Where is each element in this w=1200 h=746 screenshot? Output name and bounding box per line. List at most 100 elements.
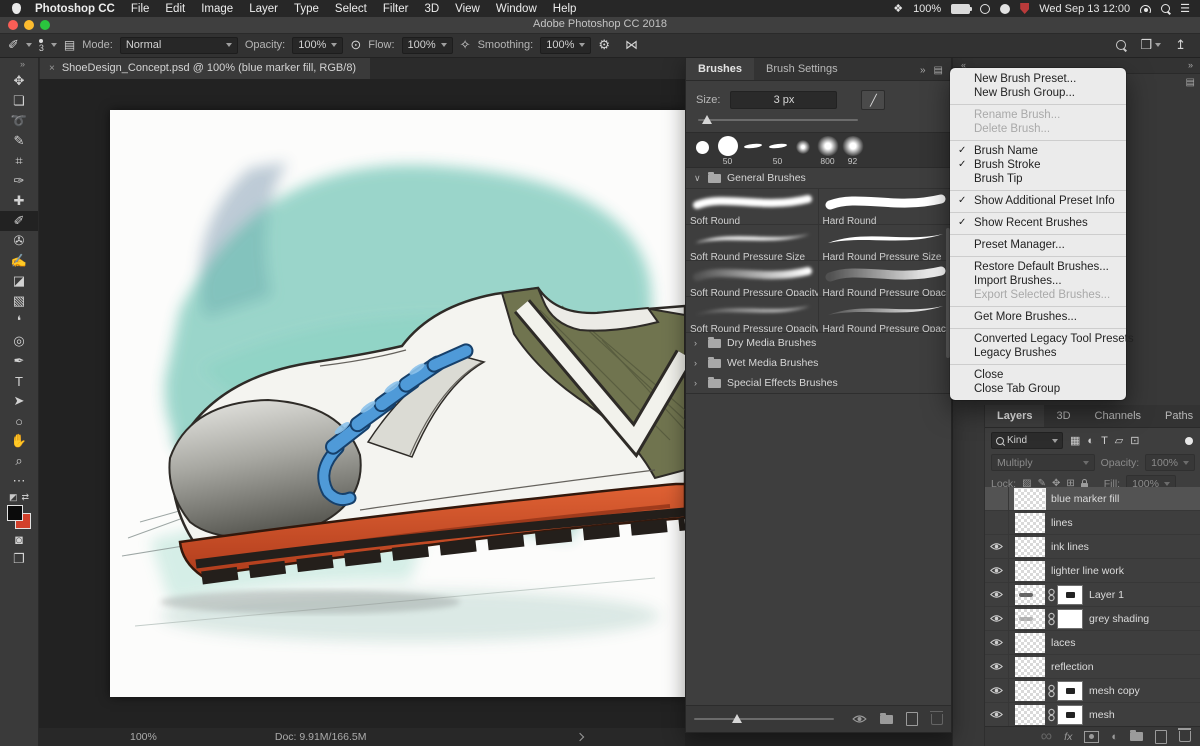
- move-tool[interactable]: ✥: [0, 71, 38, 91]
- window-title-bar[interactable]: Adobe Photoshop CC 2018: [0, 17, 1200, 34]
- spot-healing-tool[interactable]: ✚: [0, 191, 38, 211]
- menu-view[interactable]: View: [447, 3, 488, 15]
- layer-mask-thumbnail[interactable]: [1057, 681, 1083, 701]
- paint-symmetry-icon[interactable]: ⋈: [625, 37, 638, 53]
- battery-icon[interactable]: [951, 4, 970, 14]
- wifi-icon[interactable]: [1140, 5, 1151, 13]
- search-icon[interactable]: [1116, 40, 1126, 50]
- group-special-effects-brushes[interactable]: › Special Effects Brushes: [686, 373, 951, 393]
- status-chevron-icon[interactable]: [575, 733, 583, 741]
- slider-track[interactable]: [698, 119, 858, 121]
- new-brush-icon[interactable]: [906, 712, 918, 726]
- tab-brushes[interactable]: Brushes: [686, 58, 754, 80]
- brush-preset-hard-round[interactable]: Hard Round: [819, 189, 952, 225]
- visibility-toggle[interactable]: [985, 655, 1009, 678]
- visibility-toggle[interactable]: [985, 487, 1009, 510]
- recent-brush[interactable]: [790, 136, 815, 166]
- tab-brush-settings[interactable]: Brush Settings: [754, 58, 850, 80]
- visibility-toggle[interactable]: [985, 679, 1009, 702]
- pressure-opacity-icon[interactable]: ⊙: [350, 37, 361, 53]
- visibility-toggle[interactable]: [985, 535, 1009, 558]
- recent-brush[interactable]: 50: [715, 136, 740, 166]
- blur-tool[interactable]: ❛: [0, 311, 38, 331]
- gradient-tool[interactable]: ▧: [0, 291, 38, 311]
- default-colors-icon[interactable]: ◩: [9, 492, 18, 503]
- mask-link-icon[interactable]: [1048, 612, 1055, 626]
- brush-preset-soft-round-pressure-opacity-and[interactable]: Soft Round Pressure Opacity a...: [686, 297, 819, 333]
- thumbnail-size-slider[interactable]: [694, 713, 834, 725]
- menu-type[interactable]: Type: [286, 3, 327, 15]
- canvas[interactable]: [110, 110, 685, 697]
- brush-tip-preview[interactable]: 3: [39, 39, 44, 52]
- brush-preset-icon[interactable]: ✐: [8, 37, 19, 53]
- layer-name[interactable]: laces: [1051, 637, 1076, 649]
- panel-collapse-icon[interactable]: »: [920, 65, 926, 76]
- recent-brush[interactable]: 50: [765, 136, 790, 166]
- swap-colors-icon[interactable]: ⇄: [21, 492, 29, 503]
- brush-size-slider[interactable]: [698, 114, 858, 126]
- layer-mask-thumbnail[interactable]: [1057, 585, 1083, 605]
- layer-thumbnail[interactable]: [1015, 561, 1045, 581]
- share-icon[interactable]: ↥: [1175, 37, 1186, 53]
- layer-name[interactable]: blue marker fill: [1051, 493, 1119, 505]
- layer-row-grey-shading[interactable]: grey shading: [985, 607, 1200, 631]
- quick-mask-button[interactable]: ◙: [0, 529, 38, 549]
- delete-brush-icon[interactable]: [931, 714, 943, 725]
- layer-mask-thumbnail[interactable]: [1057, 705, 1083, 725]
- menu-item-import-brushes[interactable]: Import Brushes...: [950, 274, 1126, 288]
- tab-3d[interactable]: 3D: [1044, 405, 1082, 427]
- zoom-percent-field[interactable]: 100%: [130, 731, 157, 743]
- layer-row-blue-marker-fill[interactable]: blue marker fill: [985, 487, 1200, 511]
- dropbox-icon[interactable]: ❖: [893, 2, 903, 15]
- brush-size-input[interactable]: 3 px: [730, 91, 837, 109]
- menu-item-close-tab-group[interactable]: Close Tab Group: [950, 382, 1126, 396]
- layer-row-ink-lines[interactable]: ink lines: [985, 535, 1200, 559]
- shape-tool[interactable]: ○: [0, 411, 38, 431]
- clone-stamp-tool[interactable]: ✇: [0, 231, 38, 251]
- new-layer-icon[interactable]: [1155, 730, 1167, 744]
- tab-close-icon[interactable]: ×: [49, 63, 55, 74]
- mask-link-icon[interactable]: [1048, 588, 1055, 602]
- menu-edit[interactable]: Edit: [157, 3, 193, 15]
- group-expand-icon[interactable]: ›: [694, 358, 702, 368]
- brush-preset-hard-round-pressure-opacity-and[interactable]: Hard Round Pressure Opacity a...: [819, 297, 952, 333]
- menu-item-restore-default-brushes[interactable]: Restore Default Brushes...: [950, 260, 1126, 274]
- notification-center-icon[interactable]: ☰: [1180, 2, 1190, 15]
- layers-opacity-dropdown[interactable]: 100%: [1145, 454, 1195, 471]
- layer-name[interactable]: Layer 1: [1089, 589, 1124, 601]
- visibility-toggle[interactable]: [985, 631, 1009, 654]
- layer-row-mesh[interactable]: mesh: [985, 703, 1200, 727]
- group-expand-icon[interactable]: ›: [694, 378, 702, 388]
- filter-smart-objects-icon[interactable]: ⊡: [1130, 434, 1139, 447]
- new-group-icon[interactable]: [1130, 732, 1143, 741]
- utility-icon[interactable]: [1000, 4, 1010, 14]
- type-tool[interactable]: T: [0, 371, 38, 391]
- opacity-select[interactable]: 100%: [292, 37, 343, 54]
- layer-mask-thumbnail[interactable]: [1057, 609, 1083, 629]
- menu-item-new-brush-preset[interactable]: New Brush Preset...: [950, 72, 1126, 86]
- menu-item-new-brush-group[interactable]: New Brush Group...: [950, 86, 1126, 100]
- layer-name[interactable]: lines: [1051, 517, 1073, 529]
- spotlight-search-icon[interactable]: [1161, 4, 1170, 13]
- pen-tool[interactable]: ✒: [0, 351, 38, 371]
- brush-preset-soft-round[interactable]: Soft Round: [686, 189, 819, 225]
- layer-row-lighter-line-work[interactable]: lighter line work: [985, 559, 1200, 583]
- brush-preset-soft-round-pressure-size[interactable]: Soft Round Pressure Size: [686, 225, 819, 261]
- airbrush-icon[interactable]: ✧: [460, 37, 471, 53]
- menu-item-legacy-brushes[interactable]: Legacy Brushes: [950, 346, 1126, 360]
- layer-thumbnail[interactable]: [1015, 681, 1045, 701]
- brush-preset-soft-round-pressure-opacity[interactable]: Soft Round Pressure Opacity: [686, 261, 819, 297]
- menu-item-show-additional-preset-info[interactable]: ✓Show Additional Preset Info: [950, 194, 1126, 208]
- history-brush-tool[interactable]: ✍: [0, 251, 38, 271]
- lasso-tool[interactable]: ➰: [0, 111, 38, 131]
- filter-shape-layers-icon[interactable]: ▱: [1115, 434, 1123, 447]
- tab-channels[interactable]: Channels: [1083, 405, 1153, 427]
- layer-thumbnail[interactable]: [1015, 609, 1045, 629]
- apple-icon[interactable]: [12, 3, 21, 14]
- slider-thumb[interactable]: [702, 115, 712, 124]
- brushes-panel-menu-icon[interactable]: ▤: [934, 65, 943, 76]
- menu-photoshop[interactable]: Photoshop CC: [27, 3, 123, 15]
- visibility-toggle[interactable]: [985, 583, 1009, 606]
- menu-item-converted-legacy-tool-presets[interactable]: Converted Legacy Tool Presets: [950, 332, 1126, 346]
- layer-name[interactable]: grey shading: [1089, 613, 1149, 625]
